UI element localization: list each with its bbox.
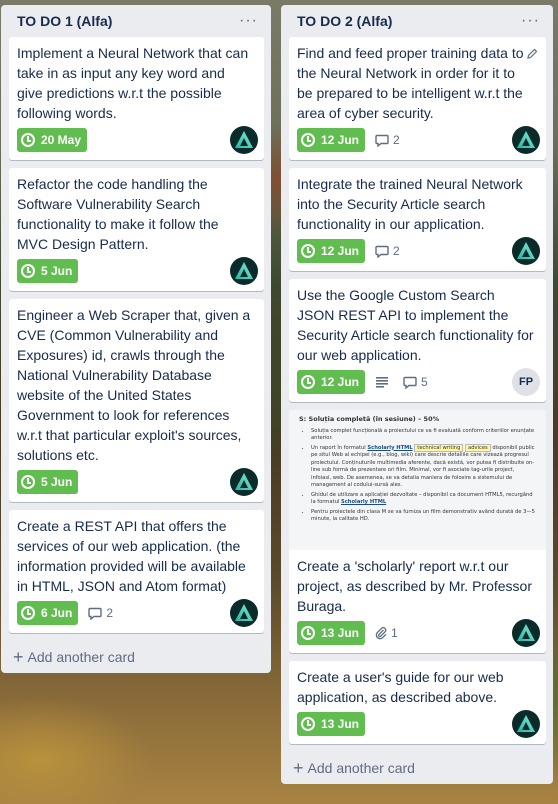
list-title[interactable]: TO DO 1 (Alfa): [17, 13, 112, 29]
card-cover-image: S: Soluția completă (în sesiune) – 50% S…: [289, 410, 546, 550]
member-logo-icon: [235, 604, 253, 621]
member-logo-icon: [235, 473, 253, 490]
clock-icon: [21, 475, 35, 489]
card-title: Engineer a Web Scraper that, given a CVE…: [17, 307, 251, 463]
due-date-text: 13 Jun: [321, 626, 360, 640]
add-card-label: Add another card: [27, 649, 135, 665]
card[interactable]: Refactor the code handling the Software …: [9, 168, 264, 291]
due-date-text: 12 Jun: [321, 133, 360, 147]
member-logo-icon: [235, 262, 253, 279]
list-todo-1: TO DO 1 (Alfa) ··· Implement a Neural Ne…: [1, 5, 271, 673]
avatar[interactable]: [512, 710, 540, 738]
plus-icon: +: [13, 647, 24, 667]
paperclip-icon: [375, 627, 387, 640]
card[interactable]: Find and feed proper training data to th…: [289, 37, 546, 160]
list-header: TO DO 2 (Alfa) ···: [289, 5, 546, 37]
cover-bullet: Un raport în formatul Scholarly HTML tec…: [311, 443, 536, 490]
member-logo-icon: [517, 242, 535, 259]
card-title: Create a user's guide for our web applic…: [297, 669, 504, 705]
comments-badge: 2: [375, 244, 400, 258]
comment-count: 2: [393, 244, 400, 258]
comment-icon: [88, 607, 103, 620]
add-card-button[interactable]: + Add another card: [9, 641, 264, 673]
avatar[interactable]: [512, 237, 540, 265]
due-date-badge[interactable]: 13 Jun: [297, 621, 366, 645]
avatar-initials[interactable]: FP: [512, 368, 540, 396]
comment-icon: [375, 245, 389, 258]
edit-pencil-icon[interactable]: [526, 47, 538, 65]
card-title: Find and feed proper training data to th…: [297, 45, 524, 121]
clock-icon: [301, 626, 315, 640]
member-logo-icon: [235, 131, 253, 148]
due-date-text: 5 Jun: [41, 264, 73, 278]
comments-badge: 5: [403, 375, 428, 389]
clock-icon: [21, 606, 35, 620]
due-date-text: 6 Jun: [41, 606, 73, 620]
card-title: Refactor the code handling the Software …: [17, 176, 219, 252]
card[interactable]: S: Soluția completă (în sesiune) – 50% S…: [289, 410, 546, 653]
due-date-text: 20 May: [41, 133, 82, 147]
attachment-count: 1: [391, 626, 398, 640]
due-date-badge[interactable]: 5 Jun: [17, 470, 79, 494]
list-header: TO DO 1 (Alfa) ···: [9, 5, 264, 37]
due-date-text: 13 Jun: [321, 717, 360, 731]
due-date-badge[interactable]: 20 May: [17, 128, 88, 152]
card-title: Implement a Neural Network that can take…: [17, 45, 249, 121]
card[interactable]: Integrate the trained Neural Network int…: [289, 168, 546, 271]
attachments-badge: 1: [375, 626, 398, 640]
avatar[interactable]: [230, 599, 258, 627]
cover-bullet: Soluția complet funcțională a proiectulu…: [311, 428, 536, 443]
card-title: Create a 'scholarly' report w.r.t our pr…: [297, 558, 532, 614]
list-todo-2: TO DO 2 (Alfa) ··· Find and feed proper …: [281, 5, 553, 784]
card[interactable]: Create a user's guide for our web applic…: [289, 661, 546, 744]
clock-icon: [301, 717, 315, 731]
member-logo-icon: [517, 131, 535, 148]
card[interactable]: Create a REST API that offers the servic…: [9, 510, 264, 633]
cover-bullet: Ghidul de utilizare a aplicației dezvolt…: [311, 492, 536, 507]
avatar[interactable]: [230, 257, 258, 285]
due-date-badge[interactable]: 12 Jun: [297, 239, 366, 263]
clock-icon: [21, 264, 35, 278]
card-title: Use the Google Custom Search JSON REST A…: [297, 287, 534, 363]
card[interactable]: Use the Google Custom Search JSON REST A…: [289, 279, 546, 402]
card-title: Create a REST API that offers the servic…: [17, 518, 246, 594]
comments-badge: 2: [88, 606, 113, 620]
list-title[interactable]: TO DO 2 (Alfa): [297, 13, 392, 29]
avatar[interactable]: [512, 619, 540, 647]
cover-bullet: Pentru proiectele din clasa M se va furn…: [311, 509, 536, 524]
member-logo-icon: [517, 715, 535, 732]
card[interactable]: Engineer a Web Scraper that, given a CVE…: [9, 299, 264, 502]
comment-count: 2: [106, 606, 114, 620]
due-date-text: 12 Jun: [321, 244, 360, 258]
comment-icon: [375, 134, 389, 147]
clock-icon: [21, 133, 35, 147]
list-menu-icon[interactable]: ···: [239, 13, 258, 29]
clock-icon: [301, 133, 315, 147]
due-date-badge[interactable]: 12 Jun: [297, 370, 366, 394]
due-date-badge[interactable]: 13 Jun: [297, 712, 366, 736]
list-menu-icon[interactable]: ···: [521, 13, 540, 29]
clock-icon: [301, 375, 315, 389]
cover-heading: S: Soluția completă (în sesiune) – 50%: [299, 415, 440, 423]
add-card-label: Add another card: [307, 760, 415, 776]
avatar[interactable]: [512, 126, 540, 154]
comments-badge: 2: [375, 133, 400, 147]
comment-count: 2: [393, 133, 400, 147]
card-title: Integrate the trained Neural Network int…: [297, 176, 523, 232]
due-date-text: 12 Jun: [321, 375, 360, 389]
avatar[interactable]: [230, 126, 258, 154]
comment-icon: [403, 376, 417, 389]
due-date-text: 5 Jun: [41, 475, 73, 489]
add-card-button[interactable]: + Add another card: [289, 752, 546, 784]
due-date-badge[interactable]: 12 Jun: [297, 128, 366, 152]
plus-icon: +: [293, 758, 304, 778]
description-icon: [375, 376, 393, 388]
card[interactable]: Implement a Neural Network that can take…: [9, 37, 264, 160]
avatar[interactable]: [230, 468, 258, 496]
member-logo-icon: [517, 624, 535, 641]
due-date-badge[interactable]: 5 Jun: [17, 259, 79, 283]
comment-count: 5: [421, 375, 428, 389]
clock-icon: [301, 244, 315, 258]
due-date-badge[interactable]: 6 Jun: [17, 601, 79, 625]
